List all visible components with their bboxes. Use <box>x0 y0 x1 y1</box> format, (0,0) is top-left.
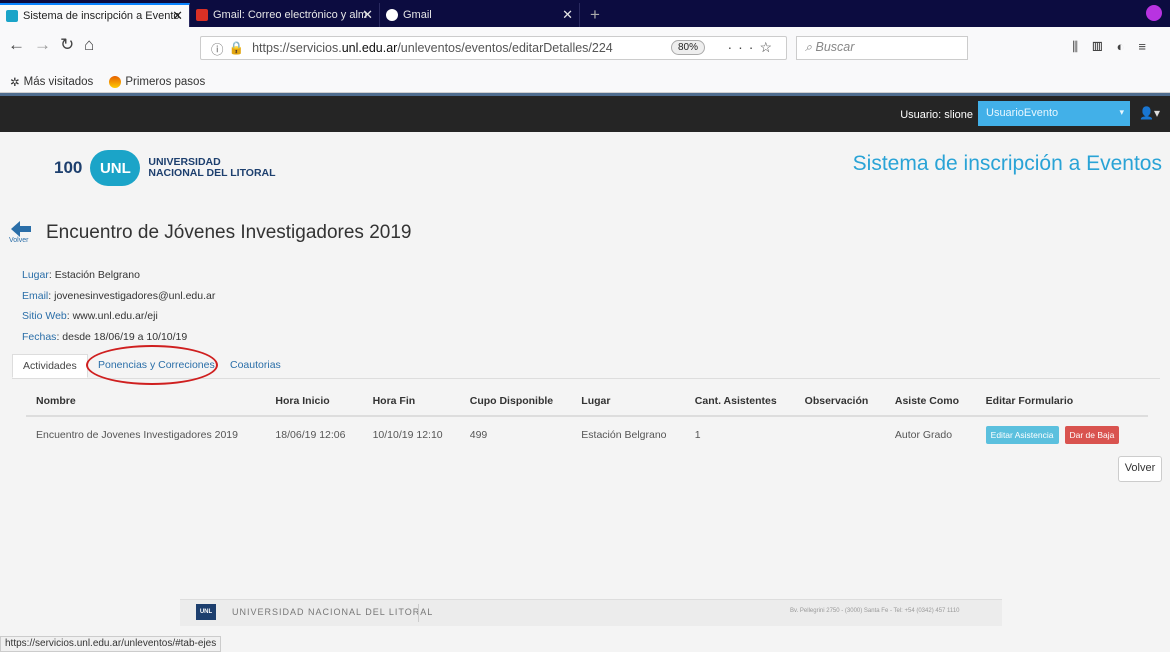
tab-coautorias[interactable]: Coautorias <box>220 354 291 378</box>
close-icon[interactable]: ✕ <box>172 8 183 24</box>
browser-tab-gmail[interactable]: Gmail ✕ <box>380 3 580 27</box>
search-input[interactable]: ⌕ Buscar <box>796 36 968 60</box>
col-nombre: Nombre <box>26 388 266 417</box>
browser-status-url: https://servicios.unl.edu.ar/unleventos/… <box>0 636 222 652</box>
user-role-select[interactable]: UsuarioEvento ▾ <box>978 101 1130 126</box>
page-footer: UNL UNIVERSIDAD NACIONAL DEL LITORAL Bv.… <box>180 599 1002 626</box>
info-email: Email: jovenesinvestigadores@unl.edu.ar <box>22 290 216 302</box>
bookmarks-bar: ✲ Más visitados Primeros pasos <box>0 71 1170 93</box>
cell-asistentes: 1 <box>694 429 701 441</box>
search-placeholder: Buscar <box>815 40 855 54</box>
cell-cupo: 499 <box>469 429 488 441</box>
col-lugar: Lugar <box>571 388 685 417</box>
back-arrow-icon[interactable] <box>11 219 31 239</box>
info-website: Sitio Web: www.unl.edu.ar/eji <box>22 310 158 322</box>
highlight-circle <box>86 345 218 385</box>
footer-text: UNIVERSIDAD NACIONAL DEL LITORAL <box>232 607 434 617</box>
edit-attendance-button[interactable]: Editar Asistencia <box>985 426 1059 444</box>
url-text: https://servicios.unl.edu.ar/unleventos/… <box>252 41 613 55</box>
browser-tab-gmail-mail[interactable]: Gmail: Correo electrónico y alm ✕ <box>190 3 380 27</box>
zoom-indicator[interactable]: 80% <box>671 40 706 55</box>
info-icon[interactable]: ⓘ <box>211 39 224 58</box>
tab-label: Sistema de inscripción a Evento <box>23 10 180 22</box>
close-icon[interactable]: ✕ <box>362 7 373 23</box>
col-asiste-como: Asiste Como <box>884 388 976 417</box>
unsubscribe-button[interactable]: Dar de Baja <box>1064 426 1120 444</box>
logo-100: 100 <box>54 158 83 177</box>
lock-icon: 🔒 <box>228 40 245 55</box>
cell-asiste-como: Autor Grado <box>894 429 953 441</box>
col-hora-inicio: Hora Inicio <box>265 388 363 417</box>
col-cupo: Cupo Disponible <box>459 388 572 417</box>
app-top-nav: Usuario: slione UsuarioEvento ▾ 👤▾ <box>0 93 1170 132</box>
forward-icon[interactable]: → <box>34 35 51 55</box>
google-icon <box>386 9 398 21</box>
cell-nombre: Encuentro de Jovenes Investigadores 2019 <box>36 429 238 441</box>
unl-favicon-icon <box>6 10 18 22</box>
new-tab-icon[interactable]: + <box>580 3 610 27</box>
home-icon[interactable]: ⌂ <box>84 35 94 55</box>
gmail-icon <box>196 9 208 21</box>
bookmark-label: Primeros pasos <box>125 75 206 88</box>
app-header: 100 UNL UNIVERSIDAD NACIONAL DEL LITORAL … <box>0 132 1170 210</box>
tab-label: Gmail: Correo electrónico y alm <box>213 9 368 21</box>
logo-university-name: UNIVERSIDAD NACIONAL DEL LITORAL <box>148 156 276 179</box>
firefox-icon <box>109 75 122 88</box>
browser-nav-bar: ← → ↻ ⌂ ⓘ 🔒 https://servicios.unl.edu.ar… <box>0 27 1170 71</box>
user-role-value: UsuarioEvento <box>986 107 1059 119</box>
table-row: Encuentro de Jovenes Investigadores 2019… <box>26 416 1148 453</box>
tab-actividades[interactable]: Actividades <box>12 354 88 378</box>
footer-address: Bv. Pellegrini 2750 - (3000) Santa Fe - … <box>790 608 960 614</box>
volver-button[interactable]: Volver <box>1118 456 1162 482</box>
info-dates: Fechas: desde 18/06/19 a 10/10/19 <box>22 331 188 343</box>
close-icon[interactable]: ✕ <box>562 7 573 23</box>
system-title: Sistema de inscripción a Eventos <box>852 152 1162 175</box>
browser-tab-events[interactable]: Sistema de inscripción a Evento ✕ <box>0 3 190 27</box>
tab-label: Gmail <box>403 9 432 21</box>
back-icon[interactable]: ← <box>8 35 25 55</box>
reload-icon[interactable]: ↻ <box>60 35 74 55</box>
logo-unl-badge: UNL <box>90 150 141 186</box>
col-asistentes: Cant. Asistentes <box>684 388 795 417</box>
bookmark-first-steps[interactable]: Primeros pasos <box>109 75 206 88</box>
private-mask-icon <box>1146 5 1162 21</box>
col-editar: Editar Formulario <box>975 388 1148 417</box>
url-bar[interactable]: ⓘ 🔒 https://servicios.unl.edu.ar/unleven… <box>200 36 787 60</box>
cell-actions: Editar Asistencia Dar de Baja <box>976 416 1148 453</box>
chevron-down-icon: ▾ <box>1119 107 1124 117</box>
activities-table: Nombre Hora Inicio Hora Fin Cupo Disponi… <box>26 388 1148 453</box>
cell-observacion <box>795 416 885 453</box>
browser-tab-bar: Sistema de inscripción a Evento ✕ Gmail:… <box>0 0 1170 27</box>
user-icon[interactable]: 👤▾ <box>1139 106 1160 120</box>
info-lugar: Lugar: Estación Belgrano <box>22 269 140 281</box>
footer-logo: UNL <box>196 604 216 620</box>
footer-divider <box>418 604 419 622</box>
user-label: Usuario: slione <box>900 109 973 121</box>
cell-hora-fin: 10/10/19 12:10 <box>372 429 443 441</box>
page-title: Encuentro de Jóvenes Investigadores 2019 <box>46 222 412 243</box>
bookmark-most-visited[interactable]: ✲ Más visitados <box>10 75 93 89</box>
table-header-row: Nombre Hora Inicio Hora Fin Cupo Disponi… <box>26 388 1148 417</box>
url-actions[interactable]: ···☆ <box>727 39 778 56</box>
toolbar-icons[interactable]: ⫼▥◐≡ <box>1072 39 1160 55</box>
gear-icon: ✲ <box>10 76 20 89</box>
back-label[interactable]: Volver <box>9 237 28 244</box>
unl-logo[interactable]: 100 UNL UNIVERSIDAD NACIONAL DEL LITORAL <box>54 150 276 186</box>
col-observacion: Observación <box>794 388 885 417</box>
cell-hora-inicio: 18/06/19 12:06 <box>275 429 346 441</box>
col-hora-fin: Hora Fin <box>362 388 460 417</box>
cell-lugar: Estación Belgrano <box>581 429 667 441</box>
bookmark-label: Más visitados <box>23 75 94 88</box>
